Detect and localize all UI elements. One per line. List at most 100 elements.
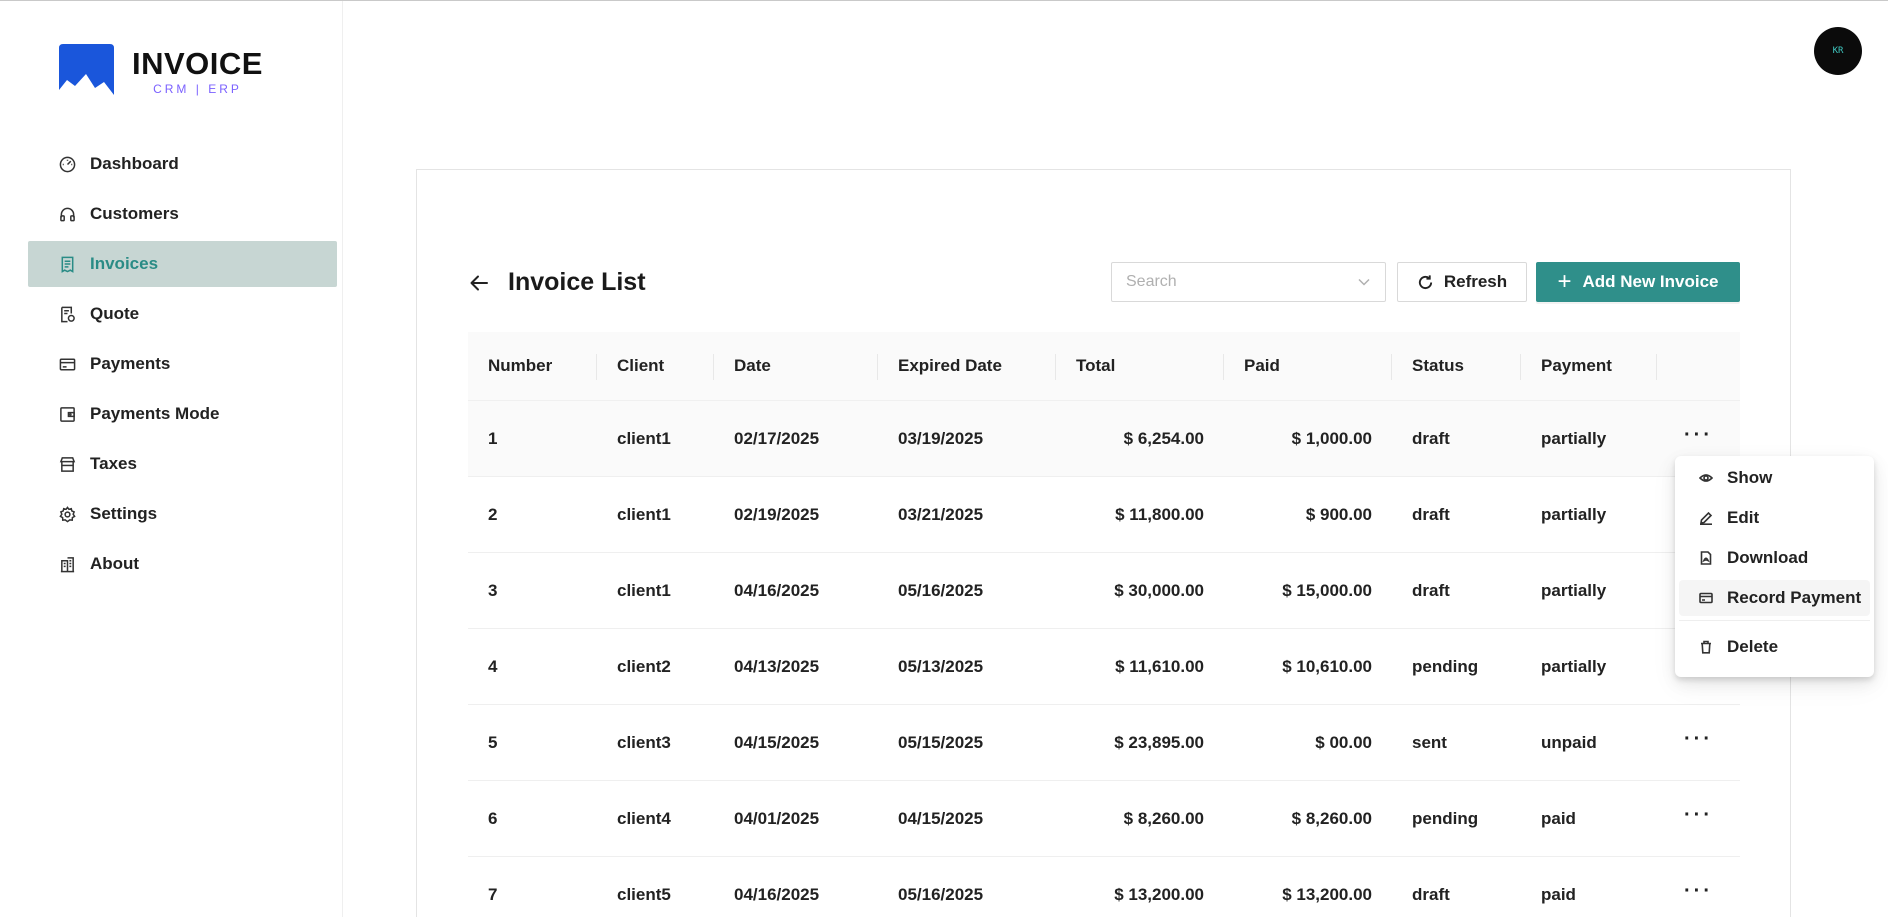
table-row[interactable]: 4 client2 04/13/2025 05/13/2025 $ 11,610… xyxy=(468,629,1740,705)
cell-status: draft xyxy=(1412,884,1450,904)
menu-item-download[interactable]: Download xyxy=(1679,540,1870,576)
column-header-actions xyxy=(1657,332,1740,400)
cell-number: 4 xyxy=(488,656,498,676)
column-header-paid[interactable]: Paid xyxy=(1224,332,1392,400)
row-actions: ··· xyxy=(1657,881,1740,904)
cell-payment: unpaid xyxy=(1541,732,1597,752)
table-row[interactable]: 7 client5 04/16/2025 05/16/2025 $ 13,200… xyxy=(468,857,1740,917)
cell-total: $ 8,260.00 xyxy=(1123,808,1204,828)
cell-expired-date: 05/16/2025 xyxy=(898,580,984,600)
pencil-icon xyxy=(1700,511,1713,525)
more-actions-icon[interactable]: ··· xyxy=(1684,729,1713,752)
cell-paid: $ 900.00 xyxy=(1305,504,1372,524)
logo-title: INVOICE xyxy=(132,46,263,81)
table-row[interactable]: 6 client4 04/01/2025 04/15/2025 $ 8,260.… xyxy=(468,781,1740,857)
sidebar-item-invoices[interactable]: Invoices xyxy=(28,241,337,287)
cell-date: 02/17/2025 xyxy=(734,428,820,448)
sidebar: INVOICE CRM | ERP Dashboard Customers In… xyxy=(0,1,343,917)
avatar[interactable]: KR xyxy=(1814,27,1862,75)
row-actions: ··· xyxy=(1657,729,1740,752)
column-header-number[interactable]: Number xyxy=(468,332,597,400)
table-row[interactable]: 2 client1 02/19/2025 03/21/2025 $ 11,800… xyxy=(468,477,1740,553)
cell-number: 2 xyxy=(488,504,498,524)
sidebar-item-customers[interactable]: Customers xyxy=(28,191,337,237)
arrow-left-icon[interactable] xyxy=(468,272,490,294)
add-new-invoice-button[interactable]: + Add New Invoice xyxy=(1536,262,1740,302)
cell-client: client1 xyxy=(617,428,671,448)
cell-client: client4 xyxy=(617,808,671,828)
refresh-button[interactable]: Refresh xyxy=(1397,262,1527,302)
cell-client: client5 xyxy=(617,884,671,904)
sidebar-item-payments-mode[interactable]: Payments Mode xyxy=(28,391,337,437)
sidebar-item-label: Invoices xyxy=(90,254,159,273)
cell-expired-date: 03/21/2025 xyxy=(898,504,984,524)
column-header-total[interactable]: Total xyxy=(1056,332,1224,400)
sidebar-item-label: Payments Mode xyxy=(90,404,220,423)
sidebar-item-about[interactable]: About xyxy=(28,541,337,587)
sidebar-item-label: Payments xyxy=(90,354,171,373)
dashboard-icon xyxy=(58,155,76,173)
table-row[interactable]: 5 client3 04/15/2025 05/15/2025 $ 23,895… xyxy=(468,705,1740,781)
credit-card-icon xyxy=(1699,592,1713,604)
menu-item-label: Show xyxy=(1727,468,1773,487)
cell-expired-date: 04/15/2025 xyxy=(898,808,984,828)
refresh-button-label: Refresh xyxy=(1443,272,1508,291)
cell-date: 04/01/2025 xyxy=(734,808,820,828)
eye-icon xyxy=(1699,474,1713,482)
cell-client: client1 xyxy=(617,580,671,600)
cell-client: client3 xyxy=(617,732,671,752)
sidebar-item-label: Settings xyxy=(90,504,158,523)
search-select[interactable]: Search xyxy=(1111,262,1386,302)
cell-number: 3 xyxy=(488,580,498,600)
column-header-client[interactable]: Client xyxy=(597,332,714,400)
cell-number: 1 xyxy=(488,428,498,448)
cell-paid: $ 8,260.00 xyxy=(1291,808,1372,828)
sidebar-item-label: About xyxy=(90,554,140,573)
menu-item-label: Edit xyxy=(1727,508,1760,527)
table-header: Number Client Date Expired Date Total Pa… xyxy=(468,332,1740,401)
row-actions: ··· xyxy=(1657,805,1740,828)
sidebar-item-settings[interactable]: Settings xyxy=(28,491,337,537)
sidebar-item-payments[interactable]: Payments xyxy=(28,341,337,387)
page-header: Invoice List Search Refresh + Add New In… xyxy=(468,262,1740,304)
menu-divider xyxy=(1679,620,1870,621)
cell-paid: $ 13,200.00 xyxy=(1282,884,1372,904)
cell-client: client1 xyxy=(617,504,671,524)
more-actions-icon[interactable]: ··· xyxy=(1684,425,1713,448)
menu-item-edit[interactable]: Edit xyxy=(1679,500,1870,536)
add-button-label: Add New Invoice xyxy=(1582,272,1719,291)
menu-item-show[interactable]: Show xyxy=(1679,460,1870,496)
cell-payment: partially xyxy=(1541,428,1607,448)
credit-card-icon xyxy=(58,355,76,373)
cell-expired-date: 05/16/2025 xyxy=(898,884,984,904)
column-header-expired-date[interactable]: Expired Date xyxy=(878,332,1056,400)
cell-number: 5 xyxy=(488,732,498,752)
row-actions: ··· xyxy=(1657,425,1740,448)
cell-date: 04/13/2025 xyxy=(734,656,820,676)
cell-status: draft xyxy=(1412,580,1450,600)
sidebar-nav: Dashboard Customers Invoices Quote Payme… xyxy=(28,141,337,591)
cell-payment: partially xyxy=(1541,580,1607,600)
table-row[interactable]: 1 client1 02/17/2025 03/19/2025 $ 6,254.… xyxy=(468,401,1740,477)
sidebar-item-quote[interactable]: Quote xyxy=(28,291,337,337)
file-pdf-icon xyxy=(1700,551,1712,565)
menu-item-record-payment[interactable]: Record Payment xyxy=(1679,580,1870,616)
sidebar-item-label: Quote xyxy=(90,304,140,323)
cell-payment: partially xyxy=(1541,504,1607,524)
sidebar-item-dashboard[interactable]: Dashboard xyxy=(28,141,337,187)
menu-item-delete[interactable]: Delete xyxy=(1679,629,1870,665)
logo[interactable]: INVOICE CRM | ERP xyxy=(59,44,263,96)
cell-total: $ 11,800.00 xyxy=(1115,504,1204,524)
cell-status: draft xyxy=(1412,428,1450,448)
more-actions-icon[interactable]: ··· xyxy=(1684,881,1713,904)
column-header-payment[interactable]: Payment xyxy=(1521,332,1657,400)
cell-status: pending xyxy=(1412,656,1479,676)
logo-mark-icon xyxy=(59,44,114,95)
shop-icon xyxy=(58,455,76,473)
sidebar-item-taxes[interactable]: Taxes xyxy=(28,441,337,487)
sidebar-item-label: Customers xyxy=(90,204,179,223)
column-header-status[interactable]: Status xyxy=(1392,332,1521,400)
table-row[interactable]: 3 client1 04/16/2025 05/16/2025 $ 30,000… xyxy=(468,553,1740,629)
column-header-date[interactable]: Date xyxy=(714,332,878,400)
more-actions-icon[interactable]: ··· xyxy=(1684,805,1713,828)
